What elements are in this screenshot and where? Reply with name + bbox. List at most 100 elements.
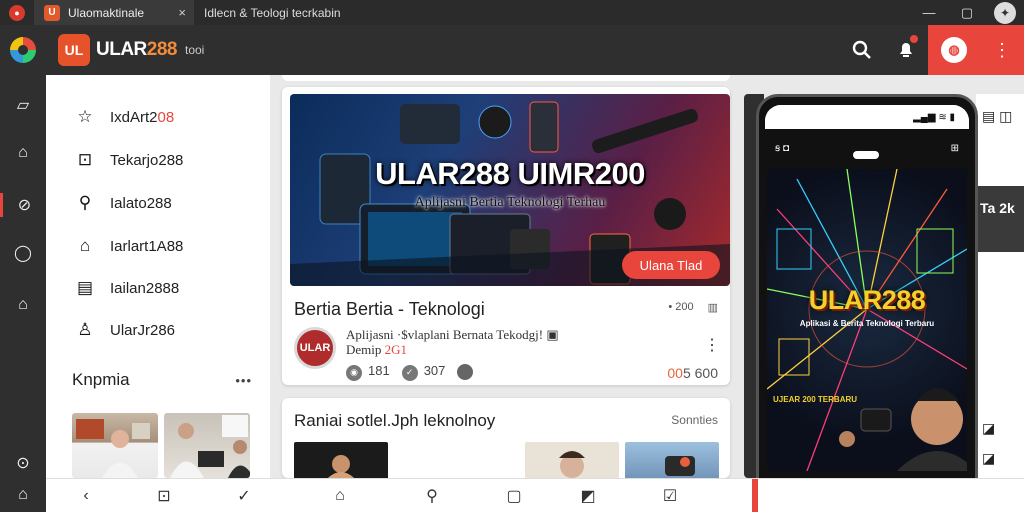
sidebar-item-3[interactable]: ⚲ Ialato288 [74,191,172,215]
browser-tab-strip: ● U Ulaomaktinale × Idlecn & Teologi tec… [0,0,1024,25]
person-icon: ♙ [77,320,93,339]
tab-label: Idlecn & Teologi tecrkabin [204,5,341,20]
check-circle-icon[interactable]: ✓ [232,485,256,507]
image-icon[interactable]: ◩ [576,485,600,507]
sidebar-thumbnails [72,413,250,478]
search-toolbar-icon[interactable]: ⚲ [420,485,444,507]
bottom-toolbar: ‹ ⊡ ✓ ⌂ ⚲ ▢ ◩ ☑ [46,478,1024,512]
document-icon[interactable]: ▱ [0,93,46,117]
window-controls: — ▢ ✦ [910,0,1024,25]
second-card-title: Raniai sotlel.Jph leknolnoy [294,411,496,430]
left-rail: ▱ ⌂ ⊘ ◯ ⌂ ⊙ ⌂ [0,75,46,512]
hero-subtitle: Aplijasni Bertia Teknologi Terhau [414,195,606,210]
sidebar-item-1[interactable]: ☆ IxdArt208 [74,105,174,129]
app-launcher-icon[interactable] [0,25,46,75]
phone-top-left-icons[interactable]: ꞩ ◘ [775,143,789,163]
right-panel-column: ▤ ◫ ◪ ◪ [976,94,1024,478]
sidebar-section-header: Knpmia ••• [72,370,252,390]
status-dot-icon [457,363,474,380]
brand-logo[interactable]: UL ULAR288 tooi [58,34,204,66]
main-content: ULAR288 UIMR200 Aplijasni Bertia Teknolo… [270,75,736,478]
card-meta: • 200 ▥ [668,301,718,314]
profile-icon[interactable]: ◍ [941,37,967,63]
right-panel-dark-block: Ta 2k [976,186,1024,252]
section-more-button[interactable]: ••• [235,373,252,388]
phone-hero-subtitle: Aplikasi & Berita Teknologi Terbaru [799,319,935,328]
header-action-zone: ◍ ⋮ [928,25,1024,75]
file-icon: ▤ [76,278,94,297]
card-title[interactable]: Bertia Bertia - Teknologi [294,299,485,320]
maximize-icon[interactable]: ▢ [948,5,986,21]
compass-icon[interactable]: ⊘ [0,193,46,217]
phone-notch [853,151,879,159]
phone-hero-tag: UJEAR 200 TERBARU [773,395,858,404]
second-card-image[interactable] [525,442,619,478]
hero-title: ULAR288 UIMR200 [375,156,645,191]
sidebar-item-2[interactable]: ⊡ Tekarjo288 [74,148,184,172]
building-icon[interactable]: ⌂ [0,141,46,165]
home-bottom-icon[interactable]: ⌂ [0,483,46,507]
home-toolbar-icon[interactable]: ⌂ [328,485,352,507]
stat-checks: ✓ 307 [401,363,445,381]
settings-icon[interactable]: ⊙ [0,451,46,475]
card-meta-icon[interactable]: ▥ [708,301,718,314]
browser-tab-second[interactable]: Idlecn & Teologi tecrkabin [194,0,754,25]
square-icon[interactable]: ▢ [502,485,526,507]
brand-name: ULAR288 [96,39,177,60]
card-description: Aplijasni ·$vlaplani Bernata Tekodgj! ▣ [346,327,559,342]
featured-card[interactable]: ULAR288 UIMR200 Aplijasni Bertia Teknolo… [282,87,730,385]
phone-screen: ▂▄▆ ≋ ▮ ꞩ ◘ ⊞ ULAR288 Aplikasi & Berita … [765,105,969,499]
edit-icon[interactable]: ⊡ [152,485,176,507]
hero-banner[interactable]: ULAR288 UIMR200 Aplijasni Bertia Teknolo… [290,94,730,286]
card-menu-icon[interactable]: ⋮ [704,335,720,355]
right-panel-item-icon[interactable]: ◪ [982,420,995,437]
toolbar-accent [752,479,758,512]
thumbnail-image[interactable] [164,413,250,478]
notification-icon[interactable] [884,25,928,75]
phone-top-right-icon[interactable]: ⊞ [951,143,959,163]
brand-subtitle: tooi [184,43,205,57]
card-meta-count: • 200 [668,301,694,313]
publisher-avatar[interactable]: ULAR [294,327,336,369]
star-icon: ☆ [77,107,93,126]
sidebar-item-label: Tekarjo288 [110,151,184,169]
app-header: UL ULAR288 tooi ◍ ⋮ [0,25,1024,75]
right-panel-item-icon[interactable]: ◪ [982,450,995,467]
second-card[interactable]: Raniai sotlel.Jph leknolnoy Sonnties [282,398,730,478]
more-icon[interactable]: ⋮ [993,40,1011,61]
sidebar-item-label: IxdArt208 [110,108,175,126]
home-icon[interactable]: ⌂ [0,293,46,317]
search-icon[interactable] [840,25,884,75]
second-card-image[interactable] [294,442,388,478]
user-icon: ⚲ [78,193,92,212]
grid-icon: ▣ [546,327,559,342]
second-card-image[interactable] [625,442,719,478]
minimize-icon[interactable]: — [910,5,948,20]
sidebar-item-5[interactable]: ▤ Iailan2888 [74,276,179,300]
tab-favicon-icon: U [44,4,60,21]
sidebar-item-label: Iailan2888 [110,279,180,297]
phone-app-screen: ꞩ ◘ ⊞ ULAR288 Aplikasi & Berita Teknolog… [765,129,969,499]
second-card-more-link[interactable]: Sonnties [671,413,718,427]
browser-logo-icon[interactable]: ● [0,0,34,25]
card-price: 005 600 [667,365,718,381]
back-icon[interactable]: ‹ [74,485,98,507]
phone-hero-banner[interactable]: ULAR288 Aplikasi & Berita Teknologi Terb… [767,169,967,471]
sidebar-item-4[interactable]: ⌂ Iarlart1A88 [74,234,184,258]
sidebar-item-6[interactable]: ♙ UlarJr286 [74,318,175,342]
thumbnail-image[interactable] [72,413,158,478]
brand-mark: UL [58,34,90,66]
browser-profile-icon[interactable]: ✦ [994,1,1016,24]
sidebar-item-label: Iarlart1A88 [110,237,184,255]
right-panel-icons[interactable]: ▤ ◫ [982,108,1012,125]
browser-tab-active[interactable]: U Ulaomaktinale × [34,0,194,25]
top-strip [282,75,730,81]
tab-close-icon[interactable]: × [178,5,186,20]
check-box-icon[interactable]: ☑ [658,485,682,507]
section-title: Knpmia [72,370,130,389]
notification-badge [910,35,918,43]
hero-cta-button[interactable]: Ulana Tlad [622,251,720,279]
sidebar-item-label: UlarJr286 [110,321,176,339]
circle-icon[interactable]: ◯ [0,241,46,265]
card-stats: ◉ 181 ✓ 307 [346,363,479,381]
